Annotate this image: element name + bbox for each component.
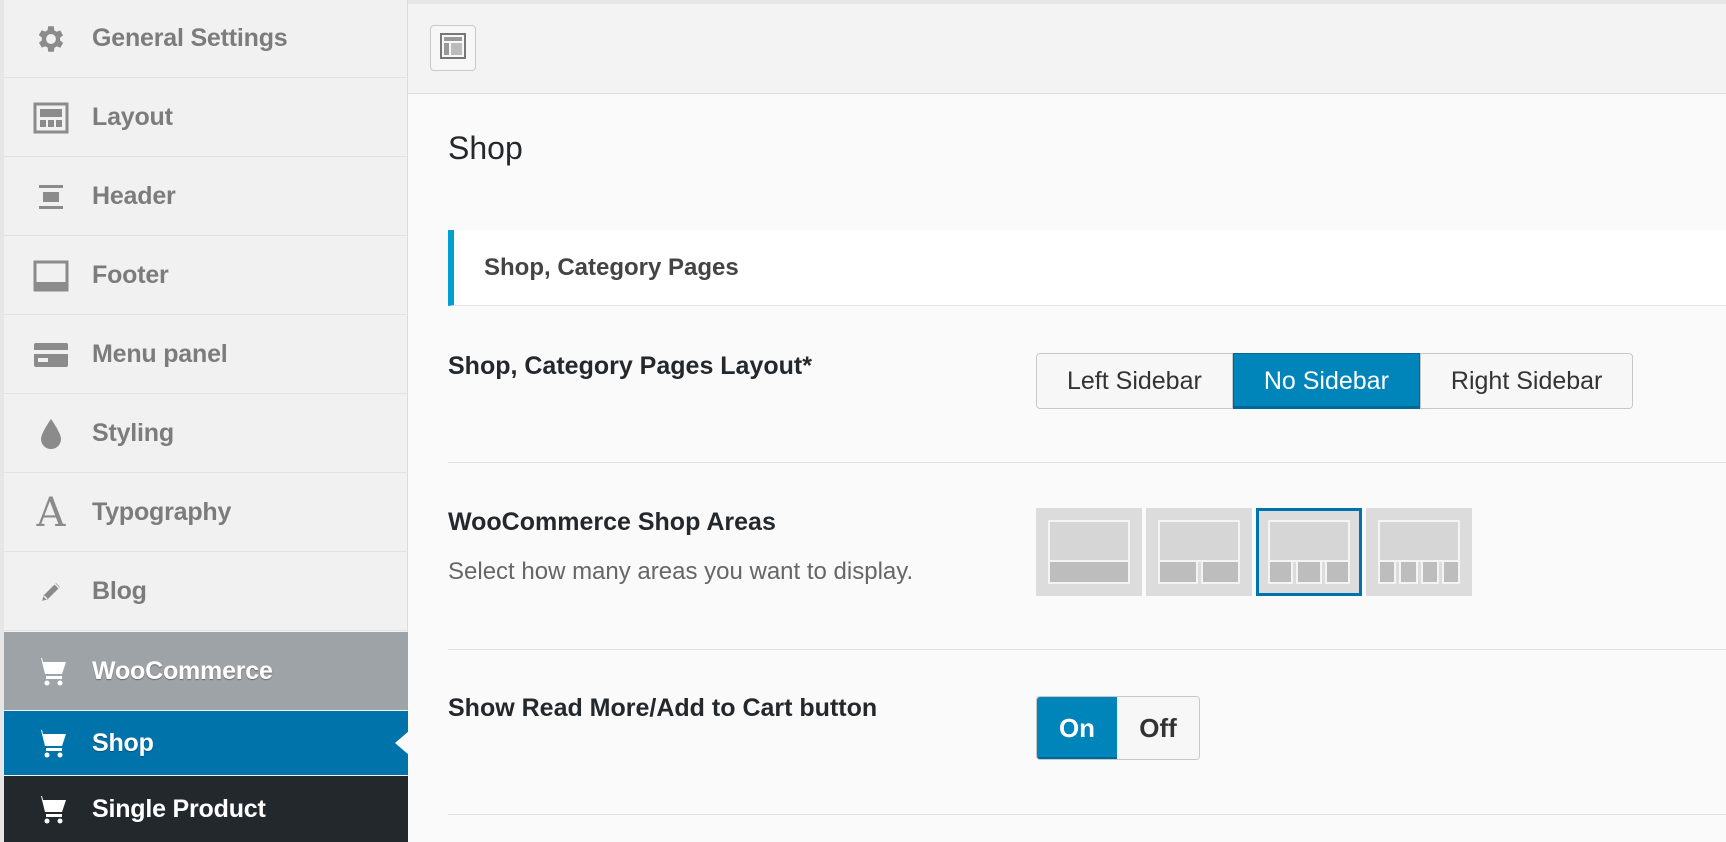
sidebar-item-typography[interactable]: A Typography	[4, 474, 408, 552]
divider	[448, 814, 1726, 815]
cart-icon	[30, 722, 72, 764]
sidebar-item-label: General Settings	[92, 24, 288, 52]
sidebar-item-blog[interactable]: Blog	[4, 553, 408, 631]
active-indicator	[395, 731, 409, 755]
section-title: Shop, Category Pages	[484, 254, 739, 281]
header-icon	[30, 176, 72, 218]
settings-sidebar: General Settings Layout Header Footer Me…	[0, 0, 409, 842]
sidebar-item-single-product[interactable]: Single Product	[4, 776, 408, 842]
sidebar-item-menu-panel[interactable]: Menu panel	[4, 316, 408, 394]
layout-button-group: Left Sidebar No Sidebar Right Sidebar	[1036, 353, 1634, 409]
sidebar-item-label: Shop	[92, 728, 154, 757]
shop-areas-picker	[1036, 508, 1472, 596]
sidebar-item-label: Blog	[92, 577, 147, 605]
sidebar-item-footer[interactable]: Footer	[4, 237, 408, 315]
sidebar-item-layout[interactable]: Layout	[4, 79, 408, 157]
areas-option-2[interactable]	[1146, 508, 1252, 596]
sidebar-item-label: Single Product	[92, 794, 266, 823]
sidebar-item-label: Header	[92, 182, 176, 210]
sidebar-item-label: Footer	[92, 261, 169, 289]
divider	[448, 649, 1726, 650]
no-sidebar-button[interactable]: No Sidebar	[1232, 353, 1420, 409]
section-header: Shop, Category Pages	[448, 230, 1726, 306]
layout-toggle-button[interactable]	[430, 25, 476, 71]
layout-setting-label: Shop, Category Pages Layout*	[448, 352, 812, 380]
droplet-icon	[30, 413, 72, 455]
layout-icon	[30, 97, 72, 139]
footer-icon	[30, 255, 72, 297]
sidebar-item-styling[interactable]: Styling	[4, 395, 408, 473]
divider	[448, 462, 1726, 463]
sidebar-item-shop[interactable]: Shop	[4, 711, 409, 775]
gear-icon	[30, 18, 72, 60]
sidebar-item-label: Layout	[92, 103, 173, 131]
read-more-label: Show Read More/Add to Cart button	[448, 694, 878, 722]
layout-icon	[439, 32, 467, 65]
left-sidebar-button[interactable]: Left Sidebar	[1036, 353, 1233, 409]
top-toolbar	[408, 0, 1726, 94]
cart-icon	[30, 788, 72, 830]
menu-panel-icon	[30, 334, 72, 376]
shop-areas-label: WooCommerce Shop Areas	[448, 508, 776, 536]
shop-areas-description: Select how many areas you want to displa…	[448, 558, 914, 585]
cart-icon	[30, 650, 72, 692]
sidebar-item-label: Typography	[92, 498, 232, 526]
typography-icon: A	[36, 489, 66, 536]
toggle-off[interactable]: Off	[1117, 697, 1199, 759]
pencil-icon	[30, 571, 72, 613]
sidebar-item-label: Menu panel	[92, 340, 228, 368]
sidebar-item-woocommerce[interactable]: WooCommerce	[4, 632, 408, 710]
sidebar-item-general-settings[interactable]: General Settings	[4, 0, 408, 78]
sidebar-item-header[interactable]: Header	[4, 158, 408, 236]
areas-option-1[interactable]	[1036, 508, 1142, 596]
right-sidebar-button[interactable]: Right Sidebar	[1419, 353, 1634, 409]
areas-option-3[interactable]	[1256, 508, 1362, 596]
settings-panel: Shop Shop, Category Pages Shop, Category…	[408, 94, 1726, 842]
sidebar-item-label: WooCommerce	[92, 656, 273, 685]
areas-option-4[interactable]	[1366, 508, 1472, 596]
page-title: Shop	[448, 130, 523, 166]
sidebar-item-label: Styling	[92, 419, 174, 447]
read-more-toggle[interactable]: On Off	[1036, 696, 1200, 760]
toggle-on[interactable]: On	[1037, 697, 1117, 759]
